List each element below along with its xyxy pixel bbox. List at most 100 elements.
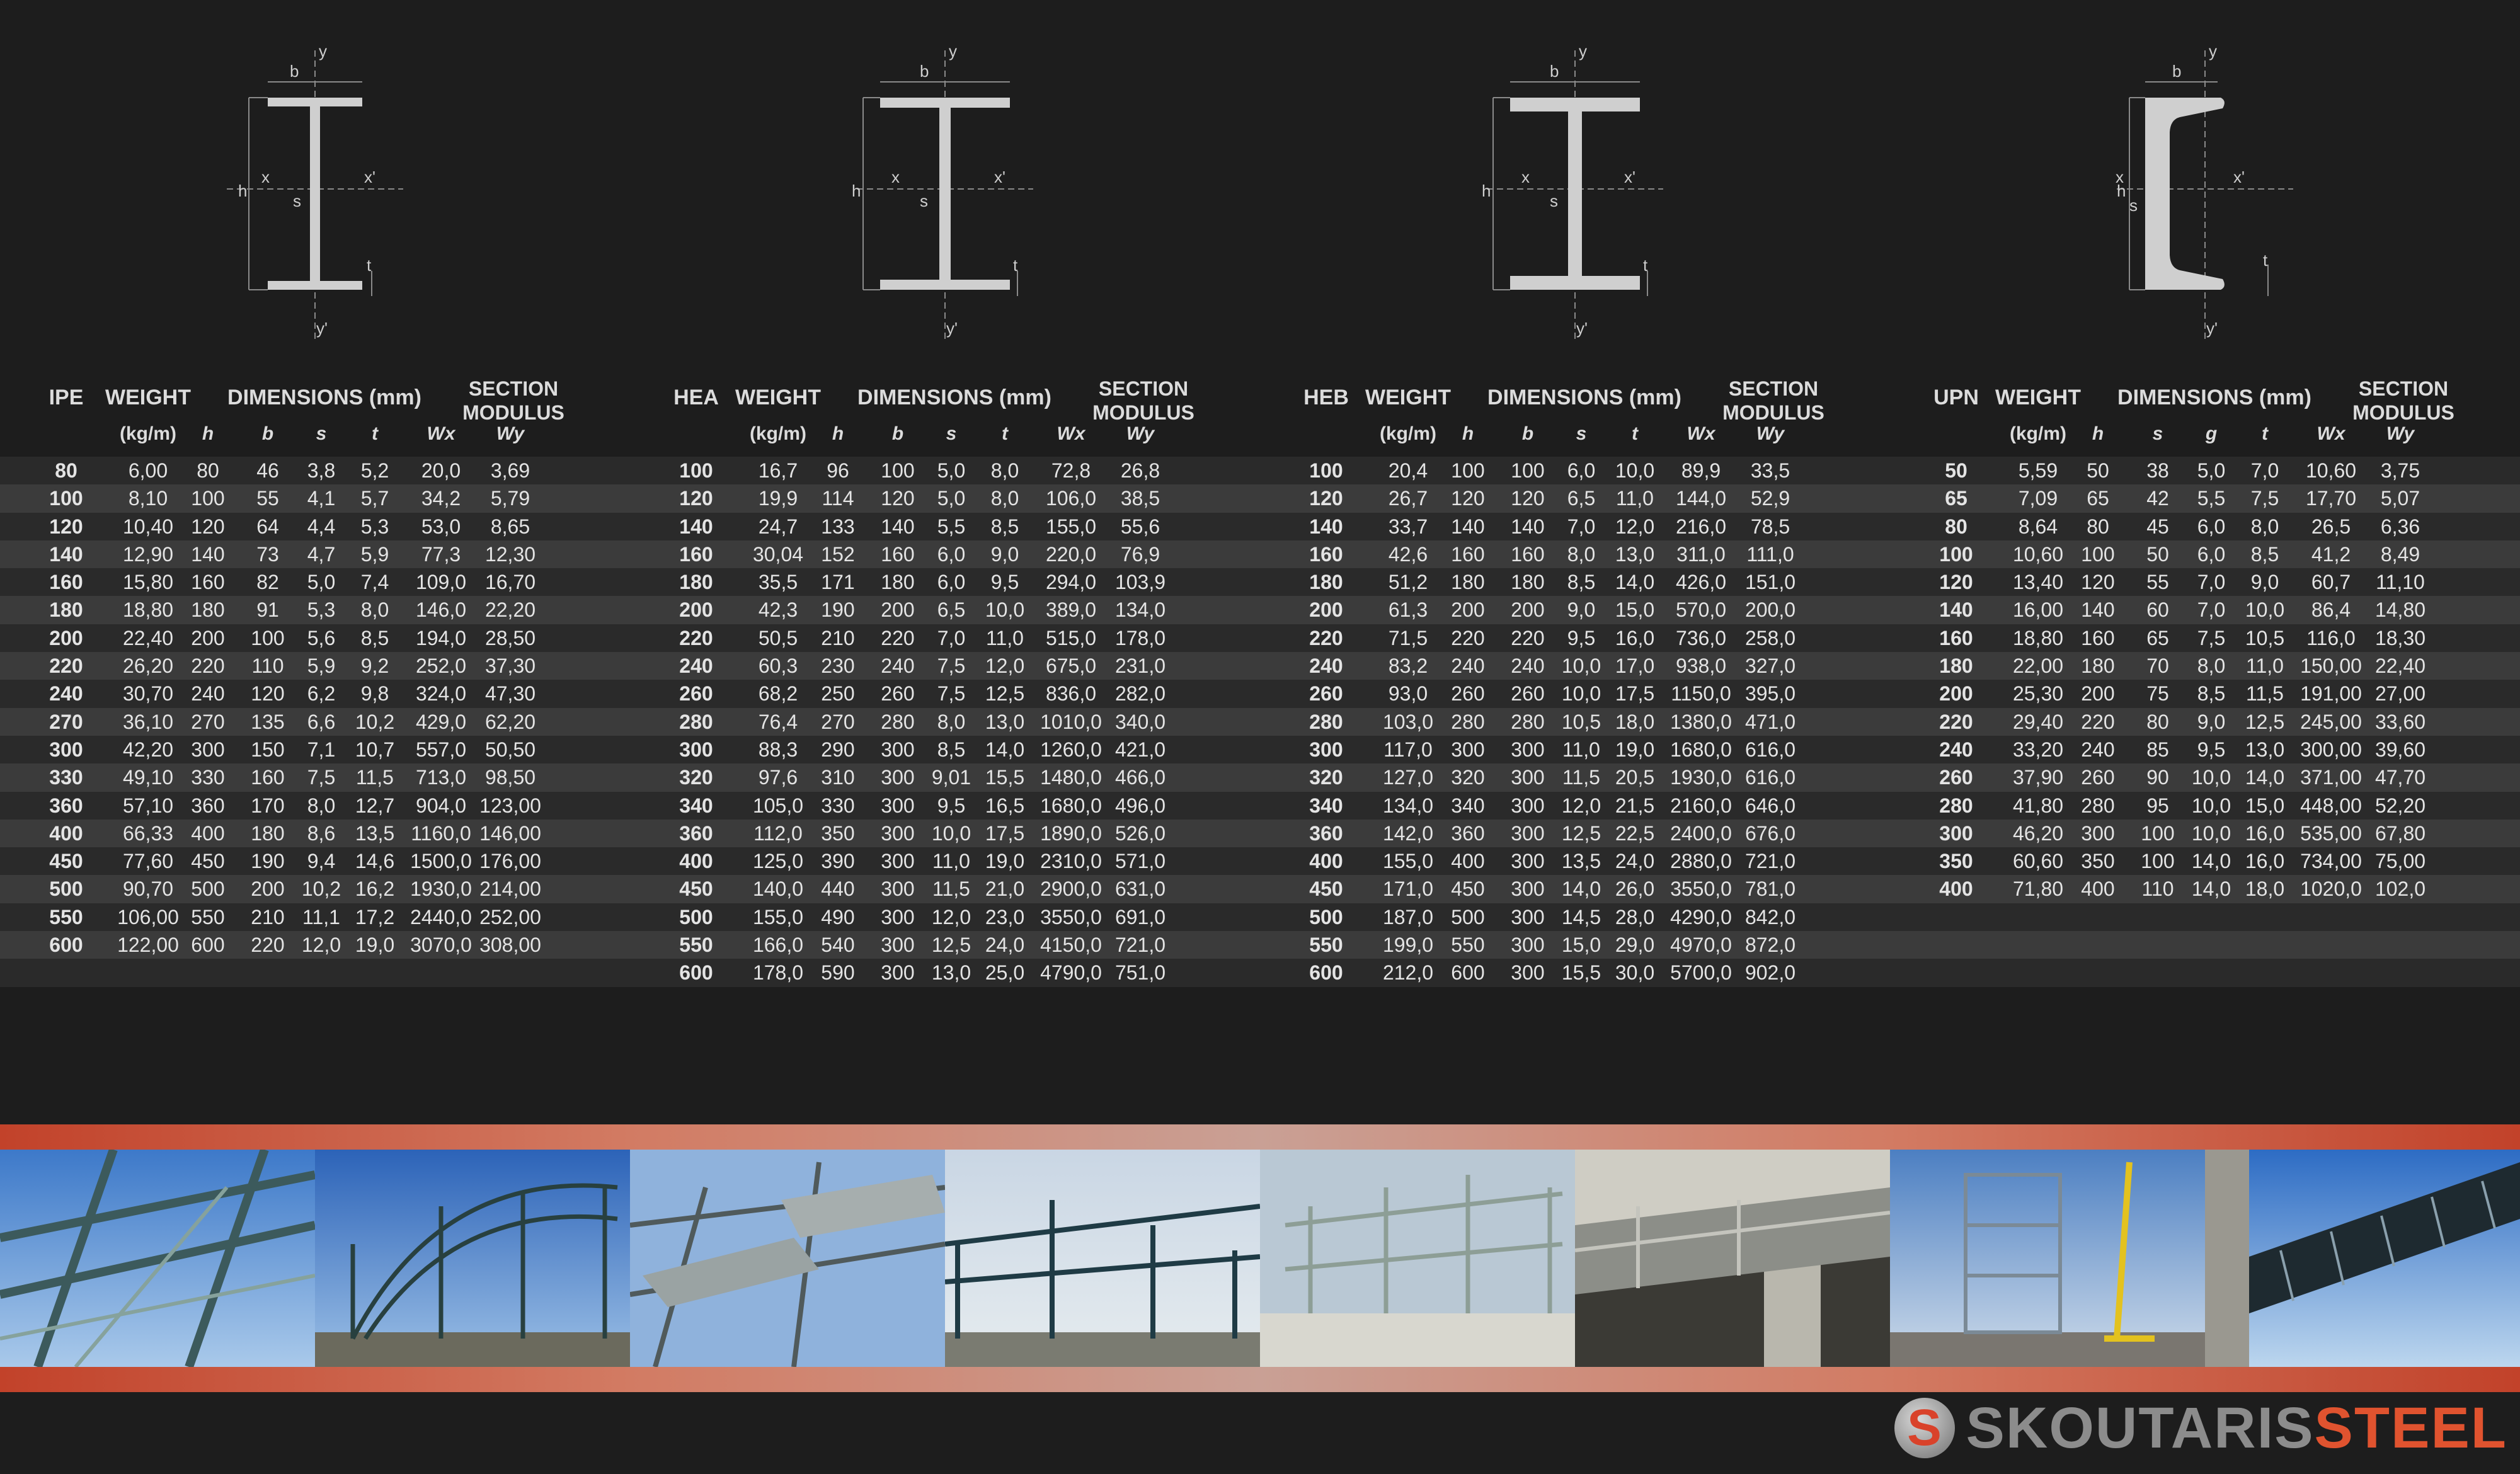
table-row: 140 16,00 140 60 7,0 10,0 86,4 14,80	[1890, 596, 2520, 624]
table-cell: 872,0	[1744, 934, 1796, 957]
table-cell: 14,5	[1561, 905, 1601, 928]
table-cell: 5,5	[2197, 487, 2226, 510]
table-cell: 300	[881, 821, 915, 845]
table-row: 500 187,0 500 300 14,5 28,0 4290,0 842,0	[1260, 903, 1890, 932]
table-cell: 60,7	[2311, 571, 2351, 594]
table-cell: 8,0	[2197, 654, 2226, 678]
table-cell: 220	[679, 626, 713, 649]
table-cell: 8,0	[1567, 542, 1596, 566]
table-cell: 5,79	[490, 487, 530, 510]
table-cell: 300	[881, 934, 915, 957]
table-cell: 270	[191, 710, 225, 733]
table-cell: 80	[2146, 710, 2169, 733]
table-cell: 212,0	[1382, 961, 1434, 985]
table-cell: 53,0	[421, 515, 461, 538]
table-cell: 73	[256, 542, 279, 566]
table-cell: 120	[1451, 487, 1485, 510]
table-cell: 38,5	[1120, 487, 1160, 510]
table-cell: 120	[881, 487, 915, 510]
table-cell: 1680,0	[1040, 794, 1102, 817]
header-modulus: MODULUS	[462, 401, 564, 424]
table-row: 550 106,00 550 210 11,1 17,2 2440,0 252,00	[0, 903, 630, 932]
diagram-label-x-prime: x'	[994, 168, 1005, 186]
table-cell: 350	[821, 821, 855, 845]
header-section: SECTION	[1728, 377, 1819, 400]
table-row: 240 83,2 240 240 10,0 17,0 938,0 327,0	[1260, 652, 1890, 680]
table-cell: 600	[191, 934, 225, 957]
table-cell: 114	[822, 487, 854, 510]
diagram-label-y-prime: y'	[2206, 319, 2218, 338]
table-cell: 14,80	[2374, 598, 2426, 622]
table-cell: 5,07	[2380, 487, 2420, 510]
table-cell: 33,60	[2374, 710, 2426, 733]
table-cell: 12,5	[1561, 821, 1601, 845]
table-row: 140 12,90 140 73 4,7 5,9 77,3 12,30	[0, 540, 630, 569]
table-cell: 6,0	[937, 571, 966, 594]
table-cell: 65	[1945, 487, 1967, 510]
table-cell: 34,2	[421, 487, 461, 510]
table-cell: 240	[1511, 654, 1545, 678]
table-cell: 180	[881, 571, 915, 594]
table-cell: 106,00	[117, 905, 179, 928]
table-cell: 904,0	[415, 794, 467, 817]
table-cell: 440	[821, 877, 855, 901]
table-cell: 11,10	[2376, 571, 2425, 594]
table-cell: 8,65	[490, 515, 530, 538]
header-unit: (kg/m)	[750, 423, 806, 444]
table-row: 360 142,0 360 300 12,5 22,5 2400,0 676,0	[1260, 819, 1890, 848]
table-cell: 140	[1451, 515, 1485, 538]
table-cell: 631,0	[1114, 877, 1166, 901]
table-cell: 62,20	[484, 710, 536, 733]
table-cell: 16,00	[2012, 598, 2064, 622]
table-cell: 26,20	[122, 654, 174, 678]
table-cell: 5,9	[307, 654, 336, 678]
table-cell: 12,0	[985, 654, 1025, 678]
table-cell: 33,20	[2012, 738, 2064, 761]
table-row: 300 117,0 300 300 11,0 19,0 1680,0 616,0	[1260, 735, 1890, 764]
table-cell: 51,2	[1388, 571, 1428, 594]
header-unit: (kg/m)	[2010, 423, 2066, 444]
table-cell: 5,59	[2018, 459, 2058, 482]
table-cell: 15,5	[985, 766, 1025, 789]
table-cell: 371,00	[2300, 766, 2362, 789]
hea-table: HEA WEIGHT DIMENSIONS (mm) SECTION MODULUS (k…	[630, 372, 1260, 987]
table-cell: 736,0	[1675, 626, 1727, 649]
table-cell: 1930,0	[410, 877, 472, 901]
table-cell: 65	[2146, 626, 2169, 649]
table-cell: 426,0	[1675, 571, 1727, 594]
table-cell: 260	[2081, 766, 2115, 789]
table-cell: 220	[1939, 710, 1973, 733]
table-cell: 19,0	[1615, 738, 1655, 761]
table-cell: 300	[881, 905, 915, 928]
table-cell: 8,6	[307, 821, 336, 845]
diagram-label-t: t	[1013, 256, 1018, 275]
table-row: 550 199,0 550 300 15,0 29,0 4970,0 872,0	[1260, 931, 1890, 959]
table-row: 200 22,40 200 100 5,6 8,5 194,0 28,50	[0, 624, 630, 653]
header-dimensions: DIMENSIONS (mm)	[2117, 386, 2311, 409]
table-cell: 30,04	[752, 542, 804, 566]
table-cell: 178,0	[1114, 626, 1166, 649]
table-cell: 140	[1511, 515, 1545, 538]
table-cell: 10,5	[1561, 710, 1601, 733]
table-cell: 15,0	[2245, 794, 2285, 817]
table-cell: 109,0	[415, 571, 467, 594]
table-cell: 16,2	[355, 877, 395, 901]
table-cell: 28,0	[1615, 905, 1655, 928]
table-cell: 93,0	[1388, 682, 1428, 706]
table-cell: 8,5	[1567, 571, 1596, 594]
table-cell: 11,0	[1562, 738, 1600, 761]
table-cell: 200	[49, 626, 83, 649]
table-cell: 110	[251, 654, 284, 678]
table-row: 220 71,5 220 220 9,5 16,0 736,0 258,0	[1260, 624, 1890, 653]
table-cell: 300	[1511, 766, 1545, 789]
table-cell: 240	[49, 682, 83, 706]
table-cell: 280	[1451, 710, 1485, 733]
table-row: 300 42,20 300 150 7,1 10,7 557,0 50,50	[0, 735, 630, 764]
table-cell: 8,0	[360, 598, 389, 622]
table-cell: 282,0	[1114, 682, 1166, 706]
table-cell: 100	[2141, 850, 2175, 873]
table-cell: 9,4	[307, 850, 336, 873]
table-cell: 60,60	[2012, 850, 2064, 873]
upn-table: UPN WEIGHT DIMENSIONS (mm) SECTION MODULUS (k…	[1890, 372, 2520, 903]
table-cell: 12,7	[355, 794, 395, 817]
